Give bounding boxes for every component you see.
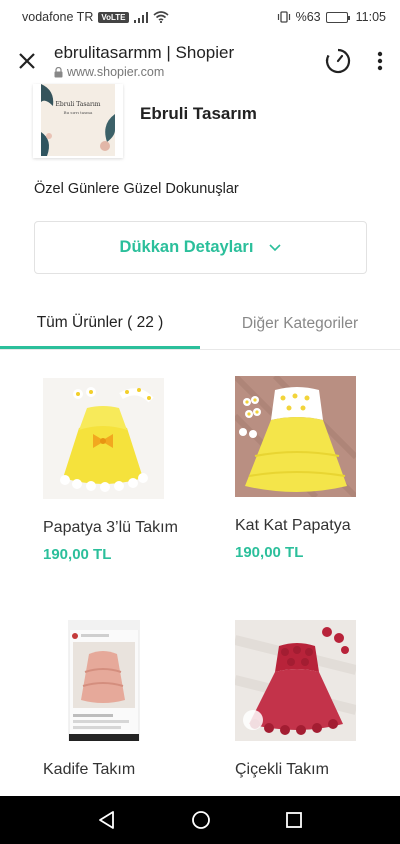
category-tabs: Tüm Ürünler ( 22 ) Diğer Kategoriler: [0, 305, 400, 350]
product-image[interactable]: [43, 620, 164, 741]
volte-badge: VoLTE: [98, 11, 129, 23]
browser-toolbar: ebrulitasarmm | Shopier www.shopier.com: [0, 34, 400, 88]
status-bar: vodafone TR VoLTE %63 11:05: [0, 0, 400, 34]
tab-all-products[interactable]: Tüm Ürünler ( 22 ): [0, 305, 200, 349]
product-image[interactable]: [235, 620, 356, 741]
home-icon[interactable]: [191, 810, 211, 830]
lock-icon: [54, 66, 63, 77]
product-name[interactable]: Papatya 3’lü Takım: [43, 517, 183, 538]
logo-text-line2: Bu sırrı tasma: [64, 110, 93, 115]
carrier-label: vodafone TR: [22, 10, 94, 24]
product-name[interactable]: Çiçekli Takım: [235, 759, 375, 780]
shop-details-button[interactable]: Dükkan Detayları: [34, 221, 367, 274]
battery-percent: %63: [295, 10, 321, 24]
shop-slogan: Özel Günlere Güzel Dokunuşlar: [34, 181, 239, 197]
product-image[interactable]: [43, 378, 164, 499]
history-button[interactable]: [316, 34, 360, 88]
page-url: www.shopier.com: [67, 65, 165, 79]
more-options-button[interactable]: [360, 34, 400, 88]
android-nav-bar: [0, 796, 400, 844]
tab-all-products-label: Tüm Ürünler ( 22 ): [36, 313, 164, 331]
product-card[interactable]: Papatya 3’lü Takım 190,00 TL: [43, 378, 183, 563]
signal-icon: [133, 11, 149, 23]
recents-icon[interactable]: [285, 811, 303, 829]
product-card[interactable]: Çiçekli Takım: [235, 620, 375, 780]
product-price: 190,00 TL: [43, 546, 112, 563]
url-block[interactable]: ebrulitasarmm | Shopier www.shopier.com: [54, 43, 316, 79]
shop-logo: Ebruli Tasarım Bu sırrı tasma: [33, 84, 123, 158]
product-name[interactable]: Kat Kat Papatya: [235, 515, 375, 536]
logo-text-line1: Ebruli Tasarım: [56, 101, 101, 108]
battery-icon: [325, 11, 351, 23]
timer-icon: [325, 48, 351, 74]
page-title: ebrulitasarmm | Shopier: [54, 43, 235, 62]
more-vert-icon: [377, 51, 383, 71]
close-button[interactable]: [0, 34, 54, 88]
tab-other-categories-label: Diğer Kategoriler: [241, 315, 359, 332]
tab-other-categories[interactable]: Diğer Kategoriler: [200, 305, 400, 349]
shop-name: Ebruli Tasarım: [140, 104, 257, 123]
clock: 11:05: [355, 10, 386, 24]
product-card[interactable]: Kat Kat Papatya 190,00 TL: [235, 376, 375, 561]
vibrate-icon: [277, 11, 290, 23]
shop-details-label: Dükkan Detayları: [119, 238, 254, 256]
back-icon[interactable]: [97, 810, 117, 830]
product-name[interactable]: Kadife Takım: [43, 759, 183, 780]
wifi-icon: [153, 11, 169, 23]
product-card[interactable]: Kadife Takım: [43, 620, 183, 780]
product-image[interactable]: [235, 376, 356, 497]
chevron-down-icon: [269, 243, 282, 251]
product-price: 190,00 TL: [235, 544, 304, 561]
close-icon: [19, 53, 35, 69]
